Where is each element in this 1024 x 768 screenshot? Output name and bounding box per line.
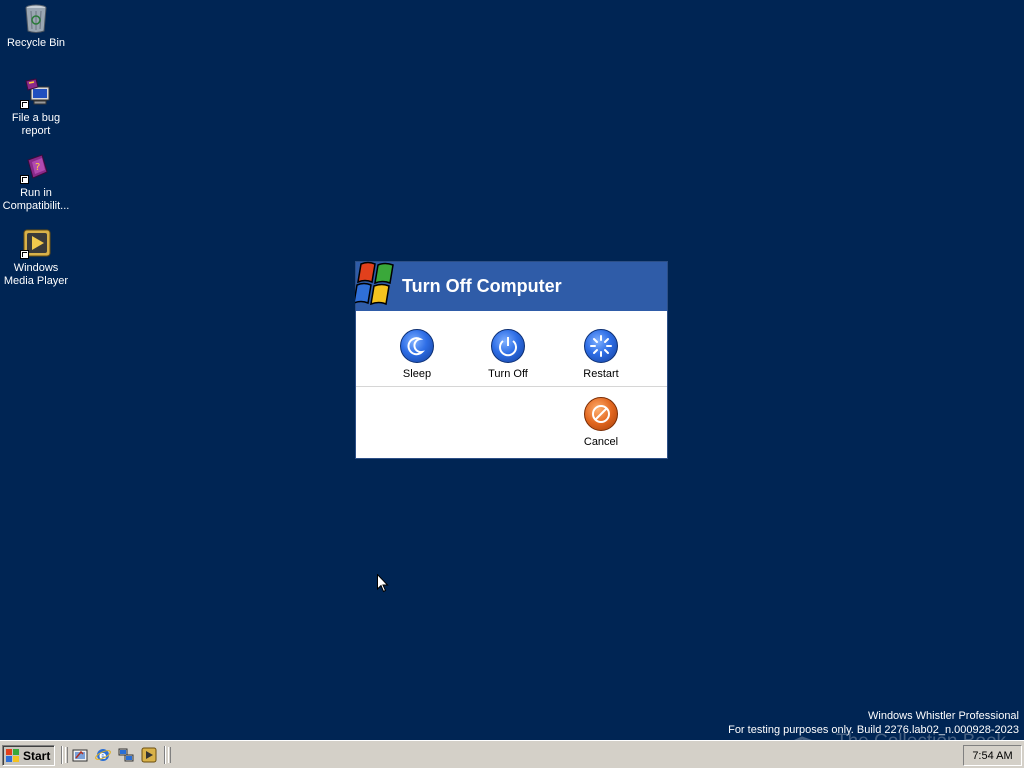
desktop-icon-recycle-bin[interactable]: Recycle Bin	[0, 2, 72, 50]
quick-launch-grip[interactable]	[65, 747, 68, 763]
compatibility-icon: ?	[20, 152, 52, 184]
desktop-icon-bug-report[interactable]: File a bug report	[0, 77, 72, 138]
taskbar-separator	[61, 746, 63, 764]
cancel-icon	[584, 397, 618, 431]
cancel-button[interactable]: Cancel	[566, 397, 636, 448]
desktop-icon-label: File a bug report	[11, 112, 61, 137]
recycle-bin-icon	[20, 2, 52, 34]
desktop-icon-label: Run in Compatibilit...	[2, 187, 70, 212]
dialog-title: Turn Off Computer	[402, 276, 562, 296]
system-tray: 7:54 AM	[963, 745, 1022, 766]
desktop-icon-label: Recycle Bin	[6, 37, 66, 49]
clock[interactable]: 7:54 AM	[972, 750, 1012, 762]
shortcut-arrow-icon	[20, 175, 29, 184]
start-label: Start	[23, 748, 51, 763]
svg-text:?: ?	[35, 162, 40, 173]
dialog-header: Turn Off Computer	[355, 261, 667, 311]
restart-icon	[584, 329, 618, 363]
sleep-moon-icon	[400, 329, 434, 363]
shortcut-arrow-icon	[20, 250, 29, 259]
desktop[interactable]: Recycle Bin File a bug report ? Run in C…	[0, 0, 1024, 764]
media-player-icon	[20, 227, 52, 259]
taskbar-separator	[164, 746, 166, 764]
task-band-grip[interactable]	[168, 747, 171, 763]
sleep-label: Sleep	[402, 368, 432, 380]
power-icon	[491, 329, 525, 363]
restart-label: Restart	[583, 368, 619, 380]
mouse-cursor-icon	[377, 574, 389, 593]
windows-logo-icon	[355, 261, 394, 306]
shortcut-arrow-icon	[20, 100, 29, 109]
desktop-icon-label: Windows Media Player	[3, 262, 69, 287]
network-icon[interactable]	[118, 747, 134, 763]
restart-button[interactable]: Restart	[566, 329, 636, 380]
dialog-divider	[356, 386, 667, 387]
cancel-label: Cancel	[583, 436, 619, 448]
internet-explorer-icon[interactable]: e	[95, 747, 111, 763]
sleep-button[interactable]: Sleep	[382, 329, 452, 380]
taskbar: Start e 7:54 AM	[0, 740, 1024, 768]
bug-report-icon	[20, 77, 52, 109]
turn-off-label: Turn Off	[488, 368, 528, 380]
desktop-icon-compatibility[interactable]: ? Run in Compatibilit...	[0, 152, 72, 213]
desktop-icon-media-player[interactable]: Windows Media Player	[0, 227, 72, 288]
turn-off-dialog: Turn Off Computer Sleep Turn Off Restart…	[355, 261, 668, 459]
start-button[interactable]: Start	[2, 745, 55, 766]
show-desktop-icon[interactable]	[72, 747, 88, 763]
turn-off-button[interactable]: Turn Off	[473, 329, 543, 380]
media-player-icon[interactable]	[141, 747, 157, 763]
start-windows-icon	[6, 749, 19, 762]
